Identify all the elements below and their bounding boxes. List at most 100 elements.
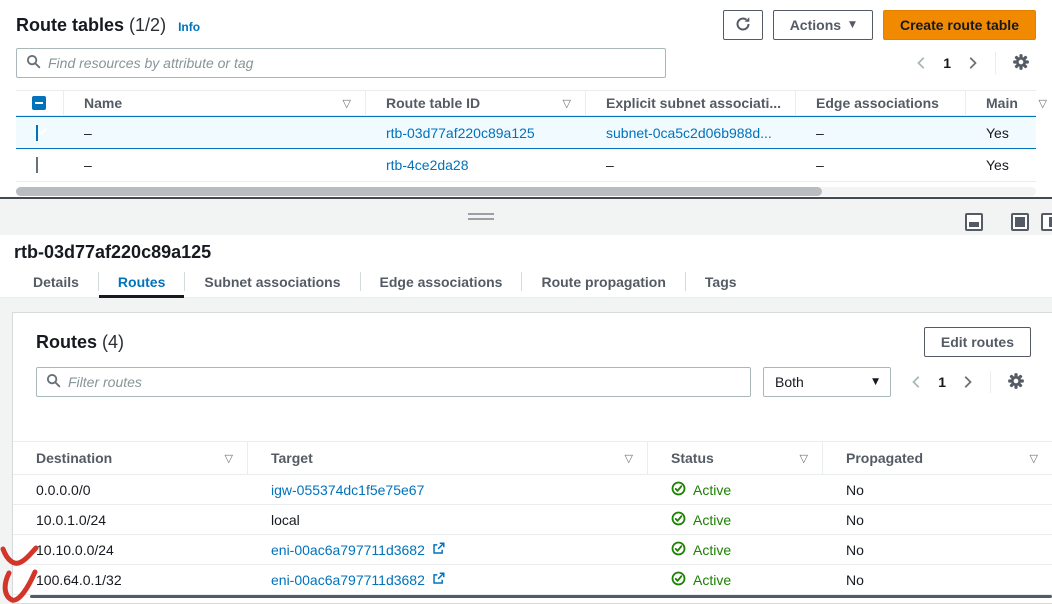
status-active-icon	[671, 541, 686, 559]
route-table-id-link[interactable]: rtb-4ce2da28	[386, 157, 469, 173]
row-checkbox[interactable]	[36, 157, 38, 173]
table-header-row: Name ▽ Route table ID ▽ Explicit subnet …	[16, 90, 1036, 116]
gear-icon	[1012, 53, 1030, 74]
panel-position-side-icon[interactable]	[1041, 213, 1052, 231]
target-link[interactable]: eni-00ac6a797711d3682	[271, 572, 425, 588]
target-link[interactable]: eni-00ac6a797711d3682	[271, 542, 425, 558]
detail-tabs: Details Routes Subnet associations Edge …	[0, 266, 1052, 298]
chevron-left-icon	[910, 375, 924, 389]
route-tables-table: Name ▽ Route table ID ▽ Explicit subnet …	[16, 90, 1036, 182]
tab-edge-associations[interactable]: Edge associations	[361, 266, 522, 297]
external-link-icon[interactable]	[432, 542, 445, 558]
routes-filter-input[interactable]	[68, 374, 741, 390]
status-text: Active	[693, 542, 731, 558]
tab-routes[interactable]: Routes	[99, 266, 184, 297]
info-link[interactable]: Info	[178, 20, 200, 34]
settings-gear-button[interactable]	[1001, 370, 1031, 395]
sort-icon[interactable]: ▽	[225, 452, 247, 465]
page-number: 1	[935, 55, 959, 71]
column-header-propagated[interactable]: Propagated ▽	[823, 442, 1052, 474]
tab-route-propagation[interactable]: Route propagation	[522, 266, 684, 297]
scope-select-value: Both	[775, 374, 804, 390]
scrollbar-thumb[interactable]	[16, 187, 822, 196]
actions-button-label: Actions	[790, 17, 841, 33]
resources-search-input[interactable]	[48, 55, 656, 71]
resources-search-box[interactable]	[16, 48, 666, 78]
routes-pagination: 1	[904, 370, 1031, 395]
row-select-cell	[16, 125, 64, 141]
column-header-main[interactable]: Main ▽	[966, 91, 1052, 115]
title-group: Route tables (1/2) Info	[16, 15, 200, 36]
refresh-icon	[735, 16, 751, 35]
routes-filter-box[interactable]	[36, 367, 751, 397]
status-text: Active	[693, 512, 731, 528]
page-title-text: Route tables	[16, 15, 124, 35]
check-icon	[37, 125, 49, 137]
cell-edge-associations: –	[796, 157, 966, 173]
row-checkbox[interactable]	[36, 125, 38, 141]
tab-details[interactable]: Details	[14, 266, 98, 297]
pagination-prev-button[interactable]	[904, 373, 930, 391]
pagination-next-button[interactable]	[959, 54, 985, 72]
tab-subnet-associations[interactable]: Subnet associations	[185, 266, 359, 297]
horizontal-scrollbar[interactable]	[16, 187, 1036, 196]
panel-position-bottom-icon[interactable]	[965, 213, 983, 231]
scope-select[interactable]: Both ▼	[763, 367, 891, 397]
column-header-destination[interactable]: Destination ▽	[13, 442, 248, 474]
cell-main: Yes	[966, 157, 1052, 173]
actions-button[interactable]: Actions ▼	[773, 10, 873, 40]
refresh-button[interactable]	[723, 10, 763, 40]
list-header: Route tables (1/2) Info Actions ▼	[16, 8, 1036, 42]
route-row[interactable]: 0.0.0.0/0 igw-055374dc1f5e75e67 Active N…	[13, 475, 1052, 505]
cell-destination: 100.64.0.1/32	[13, 572, 248, 588]
route-row[interactable]: 100.64.0.1/32 eni-00ac6a797711d3682 Act	[13, 565, 1052, 595]
sort-icon[interactable]: ▽	[563, 97, 585, 110]
cell-destination: 10.0.1.0/24	[13, 512, 248, 528]
target-link[interactable]: igw-055374dc1f5e75e67	[271, 482, 424, 498]
route-tables-list-section: Route tables (1/2) Info Actions ▼	[0, 0, 1052, 197]
cell-edge-associations: –	[796, 125, 966, 141]
pagination-next-button[interactable]	[954, 373, 980, 391]
detail-panel-body: Routes (4) Edit routes	[0, 298, 1052, 604]
sort-icon[interactable]: ▽	[1030, 452, 1052, 465]
column-header-target[interactable]: Target ▽	[248, 442, 648, 474]
column-header-name[interactable]: Name ▽	[64, 91, 366, 115]
subnet-association-link[interactable]: subnet-0ca5c2d06b988d...	[606, 125, 772, 141]
route-row[interactable]: 10.0.1.0/24 local Active No	[13, 505, 1052, 535]
bottom-scrollbar[interactable]	[30, 595, 1052, 598]
create-route-table-button[interactable]: Create route table	[883, 10, 1036, 40]
table-row[interactable]: – rtb-03d77af220c89a125 subnet-0ca5c2d06…	[16, 116, 1036, 149]
column-header-route-table-id[interactable]: Route table ID ▽	[366, 91, 586, 115]
external-link-icon[interactable]	[432, 572, 445, 588]
sort-icon[interactable]: ▽	[800, 452, 822, 465]
tab-tags[interactable]: Tags	[686, 266, 756, 297]
select-all-checkbox[interactable]	[32, 96, 46, 110]
search-icon	[46, 373, 61, 391]
pagination-prev-button[interactable]	[909, 54, 935, 72]
chevron-down-icon: ▼	[849, 21, 856, 30]
cell-target: local	[248, 512, 648, 528]
panel-position-full-icon[interactable]	[1011, 213, 1029, 231]
settings-gear-button[interactable]	[1006, 51, 1036, 76]
route-table-id-link[interactable]: rtb-03d77af220c89a125	[386, 125, 535, 141]
column-header-status[interactable]: Status ▽	[648, 442, 823, 474]
gear-icon	[1007, 372, 1025, 393]
route-row[interactable]: 10.10.0.0/24 eni-00ac6a797711d3682 Acti	[13, 535, 1052, 565]
toolbar-divider	[995, 52, 996, 74]
detail-split-panel: rtb-03d77af220c89a125 Details Routes Sub…	[0, 199, 1052, 604]
split-panel-drag-handle[interactable]	[468, 213, 494, 220]
chevron-down-icon: ▼	[872, 378, 879, 387]
cell-propagated: No	[823, 482, 1052, 498]
sort-icon[interactable]: ▽	[625, 452, 647, 465]
routes-count: (4)	[102, 332, 124, 352]
table-row[interactable]: – rtb-4ce2da28 – – Yes	[16, 149, 1036, 182]
column-header-explicit-subnet: Explicit subnet associati...	[586, 91, 796, 115]
sort-icon[interactable]: ▽	[1039, 97, 1052, 110]
sort-icon[interactable]: ▽	[343, 97, 365, 110]
cell-destination: 0.0.0.0/0	[13, 482, 248, 498]
edit-routes-button[interactable]: Edit routes	[924, 327, 1031, 357]
page-title: Route tables (1/2)	[16, 15, 166, 36]
selection-count: (1/2)	[129, 15, 166, 35]
cell-name: –	[64, 157, 366, 173]
row-select-cell	[16, 157, 64, 173]
